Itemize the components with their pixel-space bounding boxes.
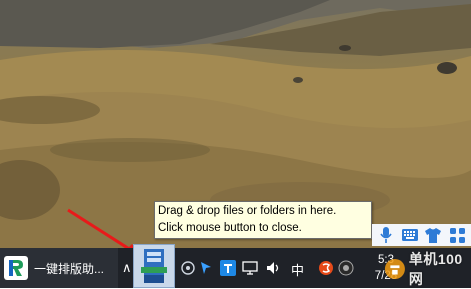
tray-ime-logo-icon[interactable] [318,260,334,276]
watermark-text: 单机100网 [408,251,463,287]
tray-circle-icon[interactable] [338,260,354,276]
keyboard-icon[interactable] [401,227,418,243]
taskbar-app-button[interactable]: 一键排版助... [0,248,118,288]
chevron-up-icon[interactable]: ∧ [122,260,132,276]
ime-toolbar [372,224,471,246]
microphone-icon[interactable] [378,227,394,243]
site-watermark: 单机100网 [384,250,471,288]
ime-mode-indicator[interactable]: 中 [291,260,304,279]
app-logo-icon [4,256,28,280]
tooltip-line-1: Drag & drop files or folders in here. [158,205,337,217]
speaker-icon[interactable] [266,260,282,276]
drag-drop-app-icon[interactable] [133,244,175,288]
tray-monitor-icon[interactable] [242,260,258,276]
watermark-logo-icon [384,258,405,280]
tray-cursor-icon[interactable] [198,260,214,276]
apps-grid-icon[interactable] [449,227,465,243]
drag-drop-tooltip: Drag & drop files or folders in here. Cl… [154,201,372,239]
tray-text-icon[interactable] [220,260,236,276]
tooltip-line-2: Click mouse button to close. [158,222,302,234]
skin-shirt-icon[interactable] [425,227,442,243]
app-label: 一键排版助... [34,261,105,276]
tray-network-icon[interactable] [180,260,196,276]
